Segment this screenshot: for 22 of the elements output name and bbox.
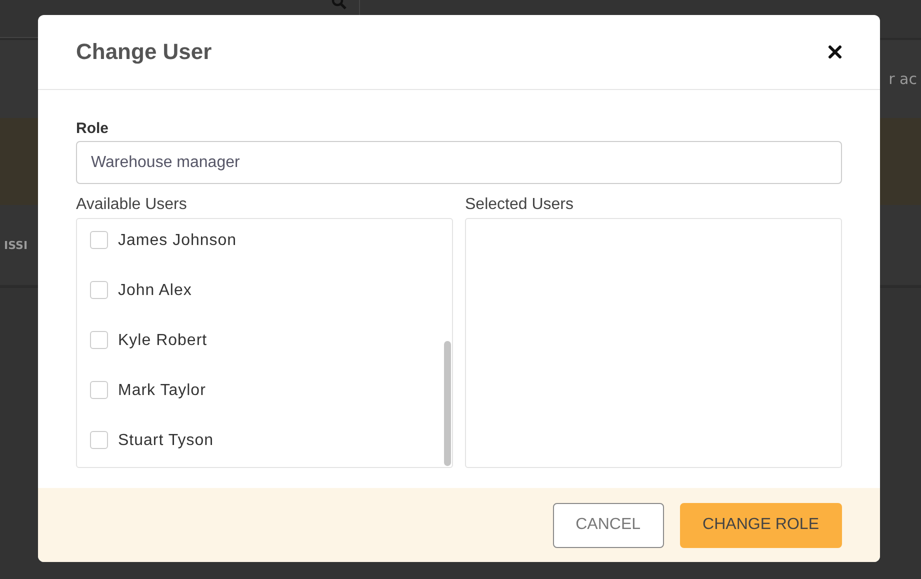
field-label: Role (76, 120, 110, 137)
checkbox[interactable] (90, 281, 108, 299)
checkbox[interactable] (90, 331, 108, 349)
cancel-button[interactable]: CANCEL (552, 502, 664, 548)
close-button[interactable] (828, 45, 842, 59)
close-icon (828, 45, 842, 59)
list-label: Available Users (76, 196, 188, 214)
user-name: Stuart Tyson (118, 431, 214, 451)
background-tab[interactable]: ISSI (4, 238, 28, 252)
user-name: Kyle Robert (118, 331, 208, 351)
checkbox[interactable] (90, 381, 108, 399)
change-role-button[interactable]: CHANGE ROLE (680, 502, 842, 548)
checkbox[interactable] (90, 431, 108, 449)
checkbox[interactable] (90, 231, 108, 249)
user-name: John Alex (118, 281, 192, 301)
scrollbar-thumb[interactable] (444, 341, 451, 466)
dialog-title: Change User (76, 39, 212, 65)
background-text: r ac (888, 70, 917, 88)
user-name: James Johnson (118, 231, 237, 251)
role-field[interactable]: Warehouse manager (76, 141, 842, 184)
list-label: Selected Users (465, 196, 574, 214)
user-name: Mark Taylor (118, 381, 206, 401)
